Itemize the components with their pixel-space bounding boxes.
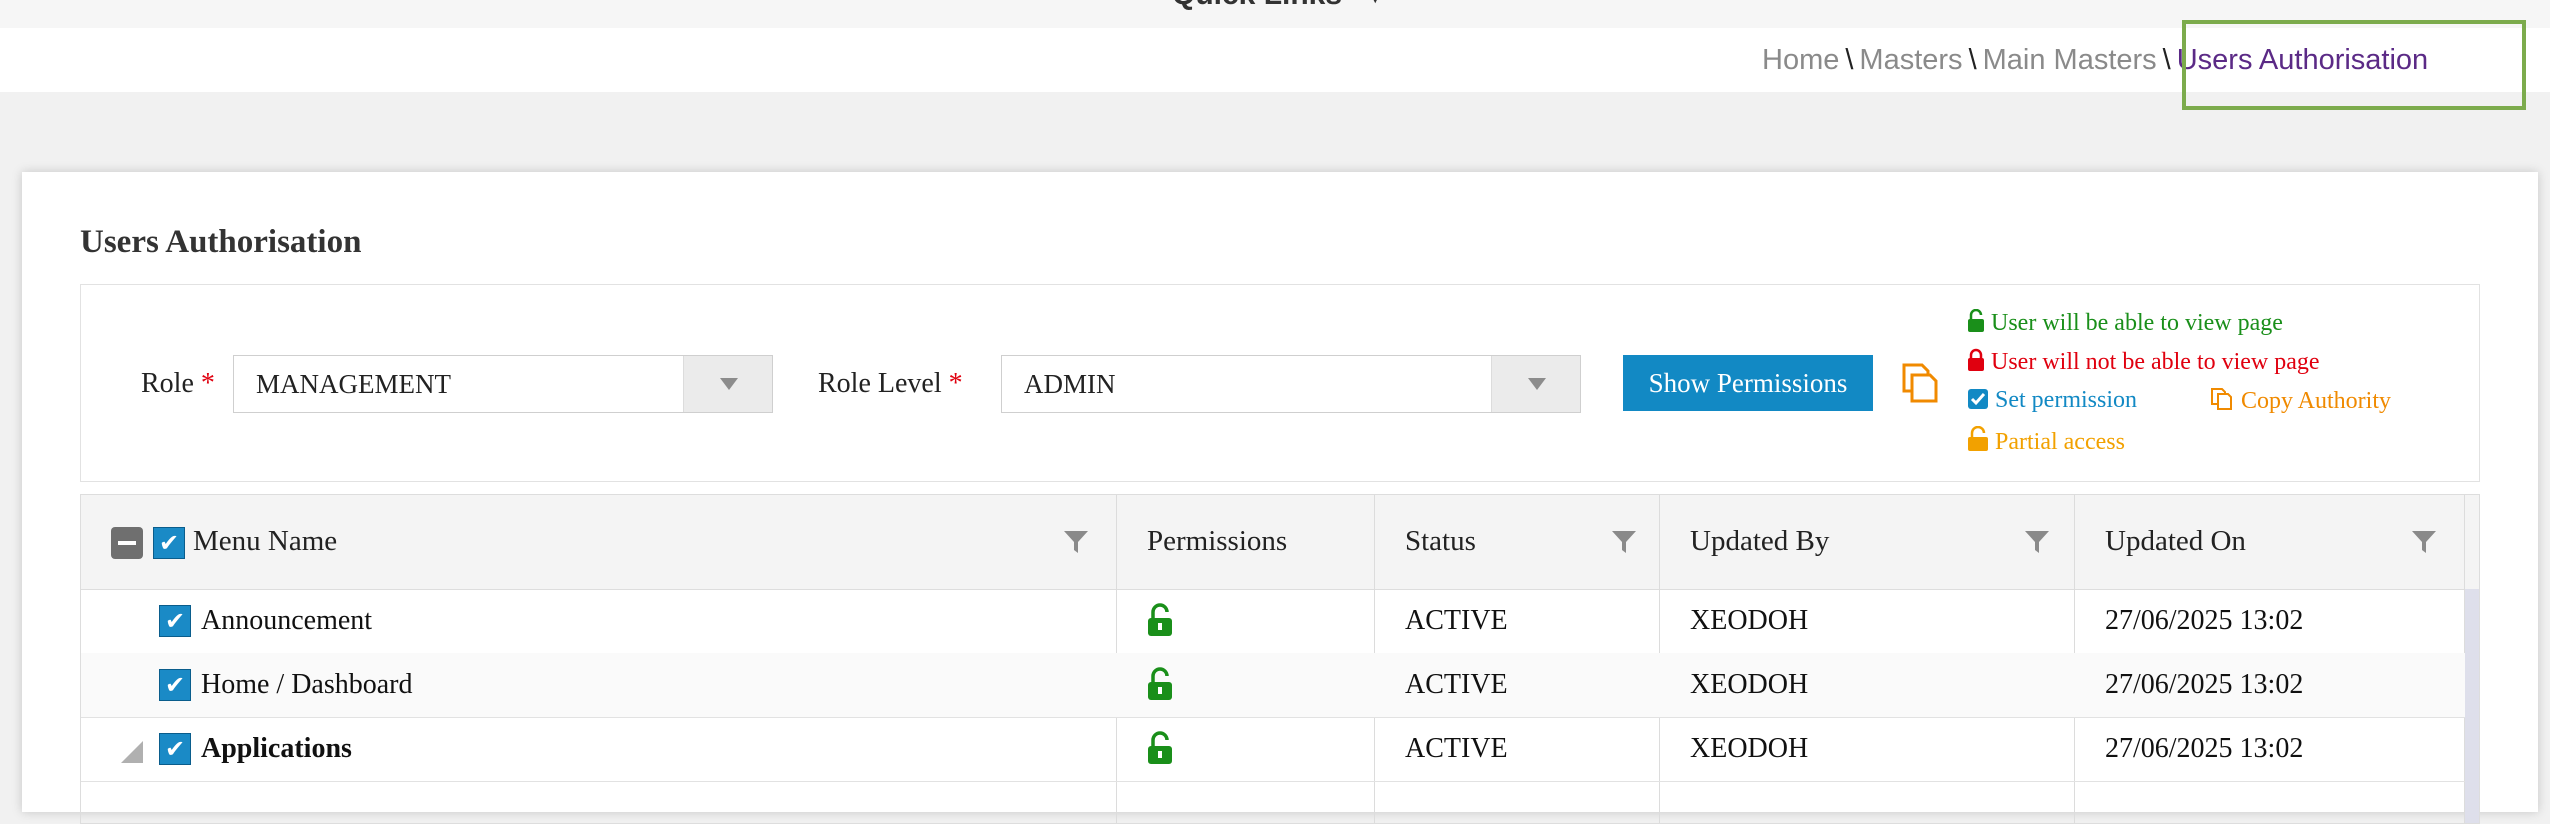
quick-links-label: Quick Links [1172, 0, 1342, 11]
breadcrumb-separator: \ [1968, 44, 1977, 76]
status-cell: ACTIVE [1405, 733, 1508, 764]
filter-section: Role * MANAGEMENT Role Level * ADMIN Sho… [80, 284, 2480, 482]
breadcrumb-masters[interactable]: Masters [1859, 44, 1962, 76]
unlock-icon[interactable] [1147, 731, 1173, 765]
breadcrumb-separator: \ [1845, 44, 1854, 76]
chevron-down-icon: ▼ [1364, 0, 1386, 9]
role-level-select[interactable]: ADMIN [1001, 355, 1581, 413]
role-select-value: MANAGEMENT [256, 369, 451, 399]
menu-name-cell: Applications [201, 733, 352, 764]
row-checkbox[interactable]: ✔ [159, 733, 191, 765]
highlight-frame [2182, 20, 2526, 110]
quick-links-toggle[interactable]: Quick Links ▼ [1172, 0, 1386, 12]
legend-no-view: User will not be able to view page [1967, 348, 2320, 376]
status-cell: ACTIVE [1405, 605, 1508, 636]
filter-icon[interactable] [1063, 529, 1089, 555]
role-level-select-value: ADMIN [1024, 369, 1116, 399]
updated-on-cell: 27/06/2025 13:02 [2105, 605, 2304, 636]
main-panel: Users Authorisation Role * MANAGEMENT Ro… [22, 172, 2538, 824]
table-row[interactable]: ✔ Applications ACTIVE XEODOH 27/06/2025 … [81, 717, 2479, 782]
select-all-checkbox[interactable]: ✔ [153, 527, 185, 559]
updated-by-cell: XEODOH [1690, 605, 1809, 636]
unlock-orange-icon [1968, 425, 1988, 451]
dropdown-arrow-icon[interactable] [1491, 356, 1580, 412]
checkbox-checked-icon [1968, 389, 1988, 409]
table-row[interactable]: ✔ Announcement ACTIVE XEODOH 27/06/2025 … [81, 589, 2479, 654]
header-status: Status [1375, 495, 1660, 589]
status-cell: ACTIVE [1405, 669, 1508, 700]
legend-set-permission: Set permission [1967, 387, 2137, 414]
updated-on-cell: 27/06/2025 13:02 [2105, 669, 2304, 700]
expand-collapse-icon[interactable] [121, 741, 143, 763]
legend-partial: Partial access [1967, 425, 2125, 456]
filter-icon[interactable] [2411, 529, 2437, 555]
breadcrumb-main-masters[interactable]: Main Masters [1983, 44, 2157, 76]
table-row[interactable]: ✔ Home / Dashboard ACTIVE XEODOH 27/06/2… [81, 653, 2479, 718]
unlock-icon[interactable] [1147, 603, 1173, 637]
page-title: Users Authorisation [80, 224, 362, 260]
updated-by-cell: XEODOH [1690, 669, 1809, 700]
dropdown-arrow-icon[interactable] [683, 356, 772, 412]
scrollbar[interactable] [2465, 589, 2479, 823]
breadcrumb-home[interactable]: Home [1762, 44, 1839, 76]
copy-authority-icon[interactable] [1894, 357, 1944, 407]
row-checkbox[interactable]: ✔ [159, 605, 191, 637]
header-updated-by: Updated By [1660, 495, 2075, 589]
filter-icon[interactable] [2024, 529, 2050, 555]
updated-by-cell: XEODOH [1690, 733, 1809, 764]
unlock-icon[interactable] [1147, 667, 1173, 701]
role-level-label: Role Level * [818, 368, 963, 399]
copy-icon [2211, 388, 2232, 410]
updated-on-cell: 27/06/2025 13:02 [2105, 733, 2304, 764]
legend-view: User will be able to view page [1967, 308, 2283, 337]
collapse-all-icon[interactable] [111, 527, 143, 559]
header-permissions: Permissions [1147, 525, 1288, 557]
header-menu-name: ✔ Menu Name [81, 495, 1117, 589]
menu-name-cell: Home / Dashboard [201, 669, 413, 700]
row-checkbox[interactable]: ✔ [159, 669, 191, 701]
breadcrumb-separator: \ [2162, 44, 2171, 76]
permissions-grid: ✔ Menu Name Permissions Status Updated B… [80, 494, 2480, 824]
role-label: Role * [141, 368, 215, 399]
unlock-green-icon [1968, 308, 1984, 332]
filter-icon[interactable] [1611, 529, 1637, 555]
lock-red-icon [1968, 348, 1984, 371]
show-permissions-button[interactable]: Show Permissions [1623, 355, 1873, 411]
role-select[interactable]: MANAGEMENT [233, 355, 773, 413]
legend-copy-authority: Copy Authority [2209, 387, 2391, 415]
menu-name-cell: Announcement [201, 605, 373, 636]
header-updated-on: Updated On [2075, 495, 2465, 589]
